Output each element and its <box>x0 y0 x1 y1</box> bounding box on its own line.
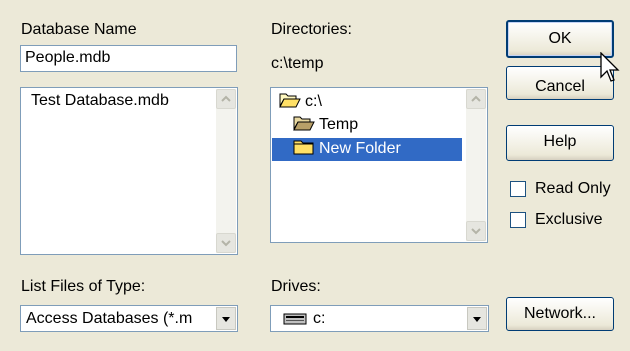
current-path: c:\temp <box>271 55 324 72</box>
chevron-up-icon <box>221 95 231 102</box>
files-listbox[interactable]: Test Database.mdb <box>20 87 238 255</box>
network-button[interactable]: Network... <box>506 297 614 331</box>
database-name-input[interactable]: People.mdb <box>20 45 237 72</box>
dropdown-button[interactable] <box>467 307 487 330</box>
file-type-value: Access Databases (*.m <box>26 310 193 327</box>
directories-label: Directories: <box>271 21 352 38</box>
chevron-up-icon <box>471 95 481 102</box>
drive-icon <box>283 312 307 331</box>
ok-button[interactable]: OK <box>506 20 614 58</box>
tree-item-root[interactable]: c:\ <box>279 91 322 113</box>
mouse-cursor-icon <box>600 52 620 82</box>
list-item[interactable]: Test Database.mdb <box>31 91 169 111</box>
exclusive-label: Exclusive <box>535 211 603 228</box>
help-button[interactable]: Help <box>506 125 614 161</box>
chevron-down-icon <box>471 228 481 235</box>
read-only-label: Read Only <box>535 180 611 197</box>
directories-tree[interactable]: c:\ Temp New Folder <box>270 87 488 243</box>
tree-item-new-folder[interactable]: New Folder <box>293 138 401 160</box>
tree-item-label: New Folder <box>319 140 401 157</box>
scroll-down-button[interactable] <box>216 233 236 253</box>
read-only-checkbox[interactable] <box>510 181 526 197</box>
directories-scrollbar[interactable] <box>466 89 486 241</box>
dropdown-button[interactable] <box>216 307 236 330</box>
chevron-down-icon <box>221 240 231 247</box>
file-type-label: List Files of Type: <box>21 278 146 295</box>
open-folder-icon <box>293 115 315 136</box>
scroll-down-button[interactable] <box>466 221 486 241</box>
scroll-up-button[interactable] <box>466 89 486 109</box>
file-type-select[interactable]: Access Databases (*.m <box>20 305 238 332</box>
tree-item-label: c:\ <box>305 93 322 110</box>
tree-item-temp[interactable]: Temp <box>293 114 358 136</box>
files-scrollbar[interactable] <box>216 89 236 253</box>
folder-icon <box>293 139 315 160</box>
dropdown-arrow-icon <box>222 317 230 322</box>
scroll-up-button[interactable] <box>216 89 236 109</box>
cancel-button[interactable]: Cancel <box>506 66 614 100</box>
drives-value: c: <box>313 310 326 327</box>
tree-item-label: Temp <box>319 116 359 133</box>
database-name-label: Database Name <box>21 21 137 38</box>
exclusive-checkbox[interactable] <box>510 212 526 228</box>
dropdown-arrow-icon <box>473 317 481 322</box>
drives-label: Drives: <box>271 278 321 295</box>
open-folder-icon <box>279 92 301 113</box>
open-database-dialog: Database Name People.mdb Test Database.m… <box>0 0 630 351</box>
drives-select[interactable]: c: <box>270 305 489 332</box>
